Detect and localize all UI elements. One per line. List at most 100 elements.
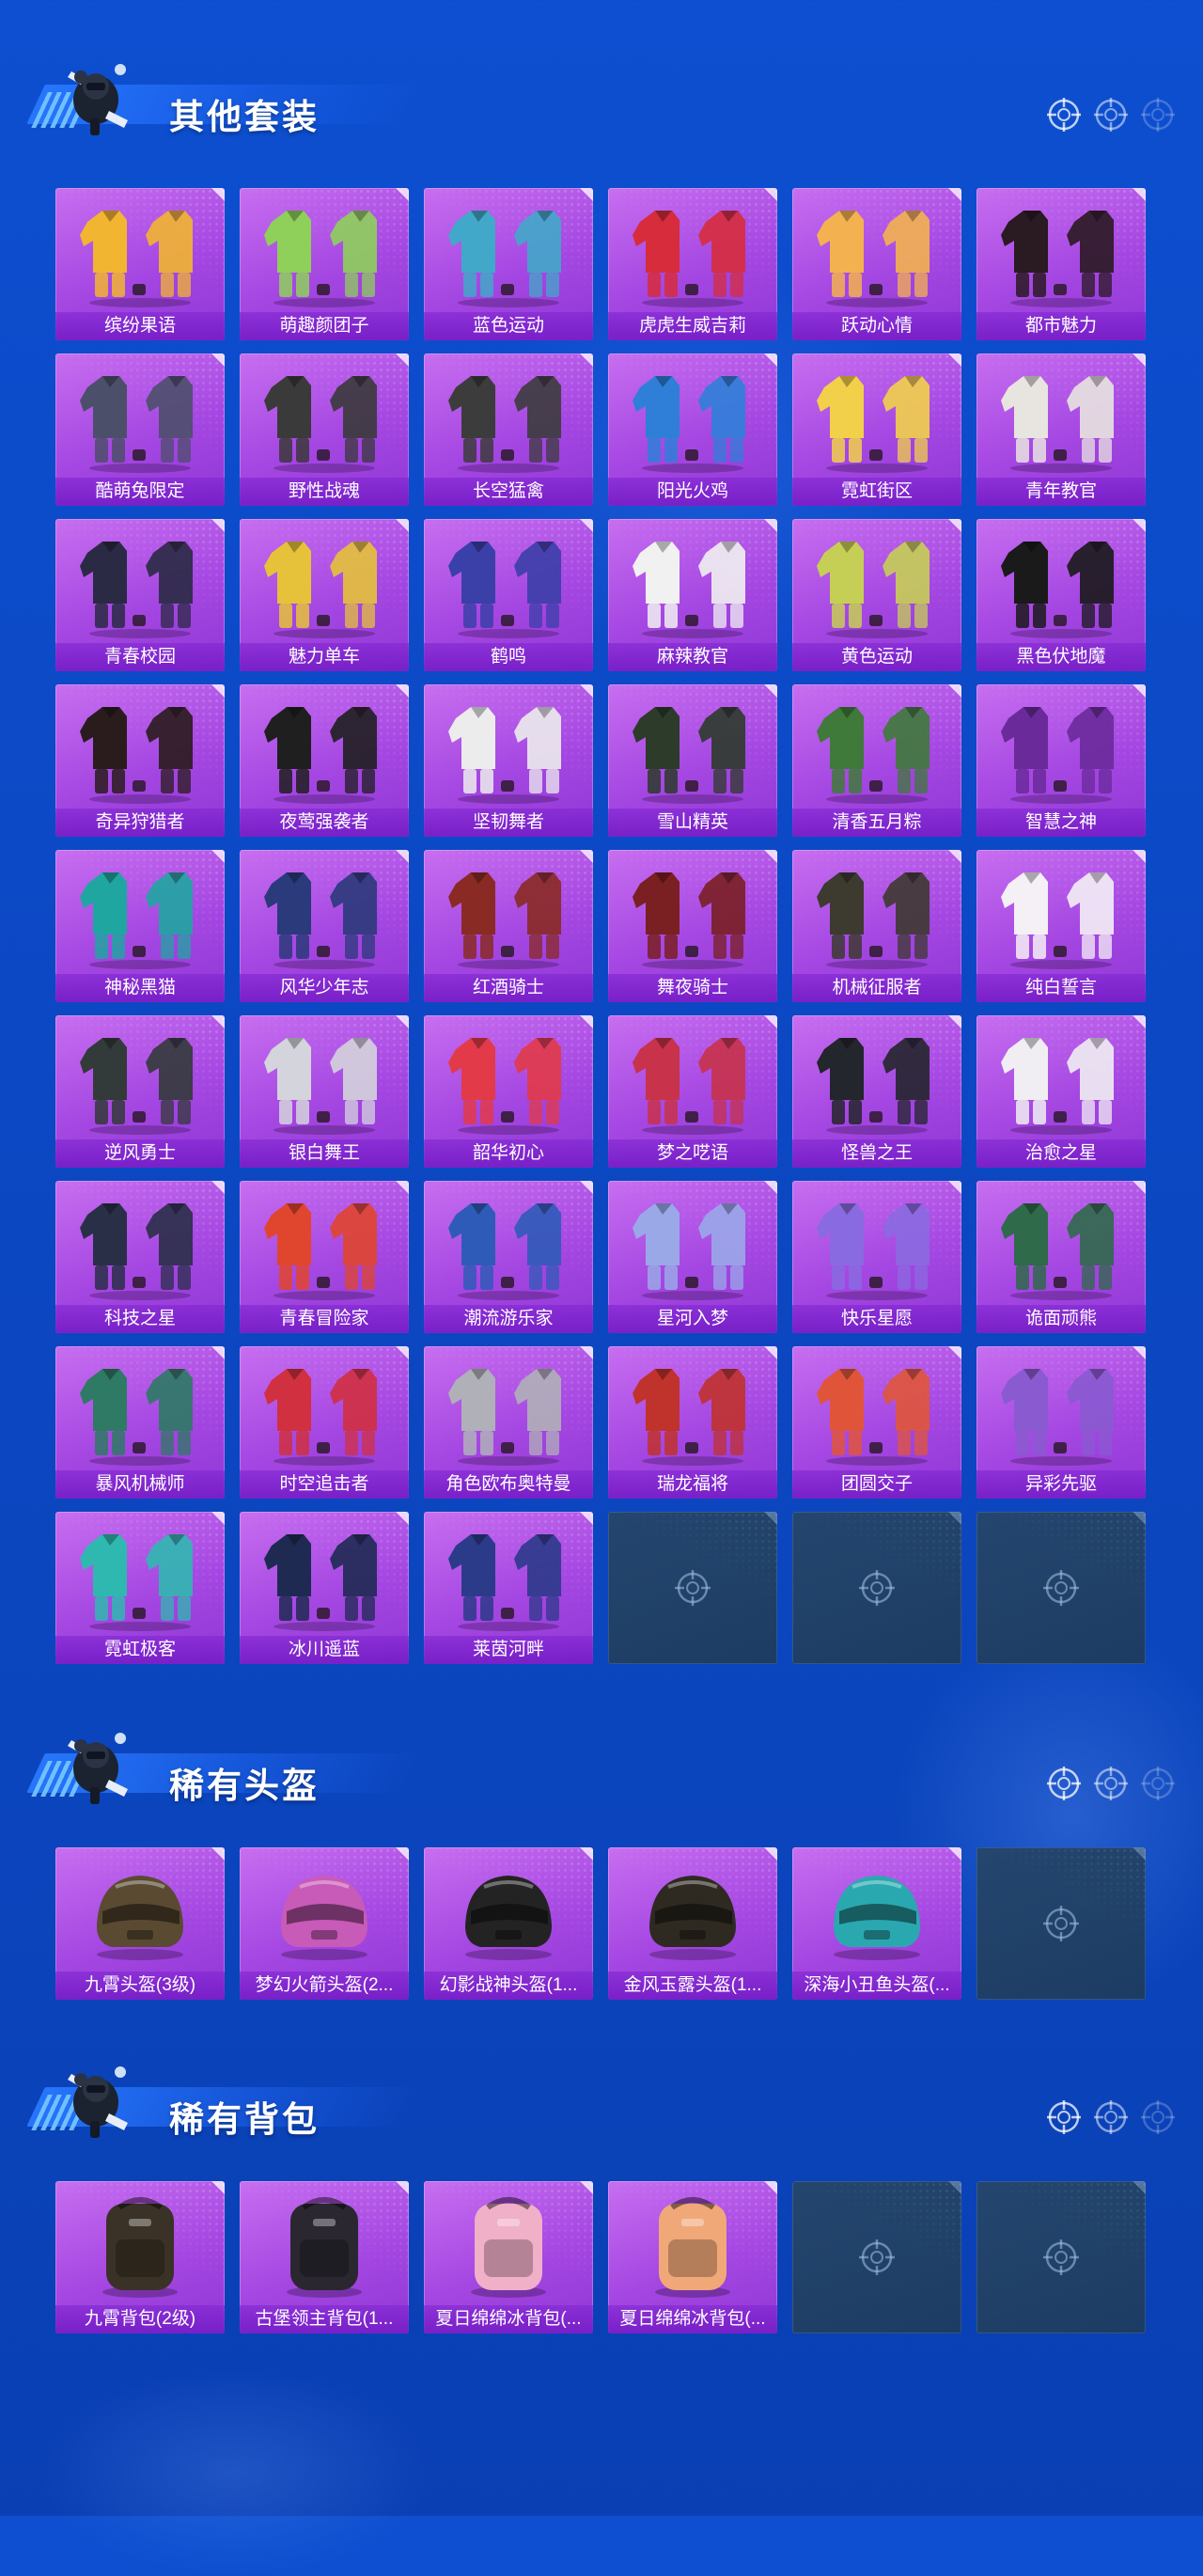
item-label: 虎虎生威吉莉 [608, 312, 777, 340]
item-card[interactable]: 角色欧布奥特曼 [424, 1346, 593, 1499]
background-parachute-shape [38, 2369, 432, 2576]
item-card[interactable]: 雪山精英 [608, 684, 777, 837]
section-header: 其他套装 [26, 47, 421, 141]
outfit-icon [80, 1038, 193, 1135]
item-card[interactable]: 古堡领主背包(1... [240, 2181, 409, 2333]
outfit-icon [264, 872, 377, 969]
item-label: 怪兽之王 [792, 1139, 961, 1168]
outfit-icon [80, 707, 193, 804]
outfit-icon [448, 542, 561, 638]
item-card[interactable]: 莱茵河畔 [424, 1512, 593, 1664]
outfit-icon [1001, 1369, 1114, 1466]
outfit-icon [1001, 542, 1114, 638]
item-card[interactable]: 夏日绵绵冰背包(... [424, 2181, 593, 2333]
backpack-icon [102, 2197, 178, 2298]
item-card[interactable]: 蓝色运动 [424, 188, 593, 340]
item-card[interactable]: 梦幻火箭头盔(2... [240, 1847, 409, 2000]
item-card[interactable]: 九霄背包(2级) [55, 2181, 225, 2333]
item-card[interactable]: 暴风机械师 [55, 1346, 225, 1499]
item-card[interactable]: 酷萌兔限定 [55, 353, 225, 506]
item-card[interactable]: 黑色伏地魔 [976, 519, 1146, 671]
item-label: 莱茵河畔 [424, 1636, 593, 1664]
item-card[interactable]: 诡面顽熊 [976, 1181, 1146, 1333]
item-card[interactable]: 阳光火鸡 [608, 353, 777, 506]
item-card[interactable]: 都市魅力 [976, 188, 1146, 340]
outfit-icon [817, 1369, 930, 1466]
item-card[interactable]: 智慧之神 [976, 684, 1146, 837]
item-card[interactable]: 青春冒险家 [240, 1181, 409, 1333]
item-card[interactable]: 麻辣教官 [608, 519, 777, 671]
item-card[interactable]: 科技之星 [55, 1181, 225, 1333]
item-card[interactable]: 时空追击者 [240, 1346, 409, 1499]
outfit-icon [264, 1534, 377, 1631]
item-card[interactable]: 青春校园 [55, 519, 225, 671]
outfit-icon [633, 542, 745, 638]
item-card[interactable]: 鹤鸣 [424, 519, 593, 671]
outfit-grid: 缤纷果语 萌趣颜团子 蓝色运动 虎虎生威吉莉 跃动心情 都市魅力酷萌兔限定 野性战魂 长空猛禽… [55, 188, 1146, 1664]
item-label: 神秘黑猫 [55, 974, 225, 1002]
outfit-icon [264, 1038, 377, 1135]
item-card[interactable]: 异彩先驱 [976, 1346, 1146, 1499]
item-card[interactable]: 舞夜骑士 [608, 850, 777, 1002]
empty-slot [976, 1847, 1146, 2000]
outfit-icon [1001, 872, 1114, 969]
outfit-icon [1001, 1038, 1114, 1135]
item-card[interactable]: 奇异狩猎者 [55, 684, 225, 837]
outfit-icon [264, 1203, 377, 1300]
item-card[interactable]: 红酒骑士 [424, 850, 593, 1002]
empty-slot [792, 1512, 961, 1664]
header-decoration [1045, 96, 1186, 134]
item-card[interactable]: 冰川遥蓝 [240, 1512, 409, 1664]
item-card[interactable]: 萌趣颜团子 [240, 188, 409, 340]
item-card[interactable]: 坚韧舞者 [424, 684, 593, 837]
item-card[interactable]: 霓虹极客 [55, 1512, 225, 1664]
item-card[interactable]: 韶华初心 [424, 1015, 593, 1168]
item-card[interactable]: 机械征服者 [792, 850, 961, 1002]
item-card[interactable]: 纯白誓言 [976, 850, 1146, 1002]
outfit-icon [817, 376, 930, 473]
item-card[interactable]: 缤纷果语 [55, 188, 225, 340]
item-card[interactable]: 夜莺强袭者 [240, 684, 409, 837]
item-card[interactable]: 清香五月粽 [792, 684, 961, 837]
item-label: 雪山精英 [608, 809, 777, 837]
item-card[interactable]: 魅力单车 [240, 519, 409, 671]
item-card[interactable]: 星河入梦 [608, 1181, 777, 1333]
item-card[interactable]: 夏日绵绵冰背包(... [608, 2181, 777, 2333]
target-reticle-icon [1094, 1767, 1128, 1800]
item-label: 缤纷果语 [55, 312, 225, 340]
item-card[interactable]: 深海小丑鱼头盔(... [792, 1847, 961, 2000]
item-card[interactable]: 霓虹街区 [792, 353, 961, 506]
item-card[interactable]: 长空猛禽 [424, 353, 593, 506]
item-card[interactable]: 快乐星愿 [792, 1181, 961, 1333]
item-label: 夏日绵绵冰背包(... [424, 2305, 593, 2333]
outfit-icon [448, 872, 561, 969]
outfit-icon [817, 707, 930, 804]
item-label: 瑞龙福将 [608, 1470, 777, 1499]
item-card[interactable]: 团圆交子 [792, 1346, 961, 1499]
item-card[interactable]: 青年教官 [976, 353, 1146, 506]
item-card[interactable]: 逆风勇士 [55, 1015, 225, 1168]
item-card[interactable]: 幻影战神头盔(1... [424, 1847, 593, 2000]
section-header: 稀有头盔 [26, 1716, 421, 1810]
item-card[interactable]: 九霄头盔(3级) [55, 1847, 225, 2000]
item-card[interactable]: 野性战魂 [240, 353, 409, 506]
item-card[interactable]: 潮流游乐家 [424, 1181, 593, 1333]
item-card[interactable]: 跃动心情 [792, 188, 961, 340]
item-card[interactable]: 风华少年志 [240, 850, 409, 1002]
item-card[interactable]: 治愈之星 [976, 1015, 1146, 1168]
item-label: 韶华初心 [424, 1139, 593, 1168]
item-card[interactable]: 神秘黑猫 [55, 850, 225, 1002]
item-card[interactable]: 怪兽之王 [792, 1015, 961, 1168]
item-label: 麻辣教官 [608, 643, 777, 671]
item-card[interactable]: 梦之呓语 [608, 1015, 777, 1168]
header-decoration [1045, 2098, 1186, 2136]
item-card[interactable]: 瑞龙福将 [608, 1346, 777, 1499]
item-label: 萌趣颜团子 [240, 312, 409, 340]
item-card[interactable]: 银白舞王 [240, 1015, 409, 1168]
item-card[interactable]: 虎虎生威吉莉 [608, 188, 777, 340]
item-label: 科技之星 [55, 1305, 225, 1333]
outfit-icon [80, 211, 193, 307]
outfit-icon [448, 376, 561, 473]
item-card[interactable]: 金风玉露头盔(1... [608, 1847, 777, 2000]
item-card[interactable]: 黄色运动 [792, 519, 961, 671]
